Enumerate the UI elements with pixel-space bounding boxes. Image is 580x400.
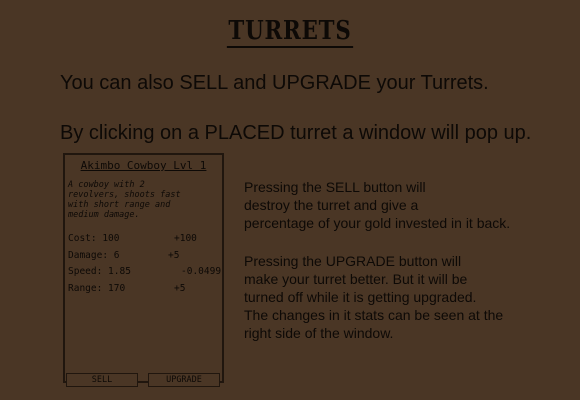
stat-damage-label: Damage: 6 — [68, 249, 120, 261]
turret-description: A cowboy with 2 revolvers, shoots fast w… — [68, 180, 181, 220]
stat-speed: Speed: 1.85 -0.0499 — [68, 266, 243, 283]
turret-stats: Cost: 100 +100 Damage: 6 +5 Speed: 1.85 … — [68, 233, 243, 299]
sell-explanation-line: destroy the turret and give a — [244, 197, 419, 213]
upgrade-explanation-line: Pressing the UPGRADE button will — [244, 253, 462, 269]
upgrade-explanation-line: right side of the window. — [244, 325, 394, 341]
sell-explanation-line: percentage of your gold invested in it b… — [244, 215, 511, 231]
page-title: TURRETS — [52, 16, 528, 48]
sell-explanation: Pressing the SELL button will destroy th… — [244, 178, 510, 232]
stat-cost-label: Cost: 100 — [68, 233, 120, 244]
upgrade-explanation: Pressing the UPGRADE button will make yo… — [244, 252, 503, 342]
stat-range: Range: 170 +5 — [68, 283, 243, 300]
page-title-text: TURRETS — [226, 16, 354, 48]
stat-speed-label: Speed: 1.85 — [68, 266, 131, 277]
stat-cost: Cost: 100 +100 — [68, 233, 243, 250]
stat-range-change: +5 — [174, 282, 186, 294]
sell-button[interactable]: SELL — [66, 373, 138, 387]
turret-name: Akimbo Cowboy Lvl 1 — [80, 159, 207, 172]
intro-line-click-turret: By clicking on a PLACED turret a window … — [60, 122, 532, 144]
stat-cost-change: +100 — [174, 233, 197, 244]
stat-speed-change: -0.0499 — [181, 266, 222, 277]
stat-range-label: Range: 170 — [68, 282, 126, 294]
upgrade-explanation-line: make your turret better. But it will be — [244, 271, 468, 287]
upgrade-explanation-line: The changes in it stats can be seen at t… — [244, 307, 504, 323]
sell-explanation-line: Pressing the SELL button will — [244, 179, 426, 195]
stat-damage-change: +5 — [168, 249, 180, 261]
intro-line-sell-upgrade: You can also SELL and UPGRADE your Turre… — [60, 72, 489, 94]
upgrade-explanation-line: turned off while it is getting upgraded. — [244, 289, 477, 305]
stat-damage: Damage: 6 +5 — [68, 250, 243, 267]
upgrade-button[interactable]: UPGRADE — [148, 373, 220, 387]
turret-info-window: Akimbo Cowboy Lvl 1 A cowboy with 2 revo… — [63, 153, 224, 383]
